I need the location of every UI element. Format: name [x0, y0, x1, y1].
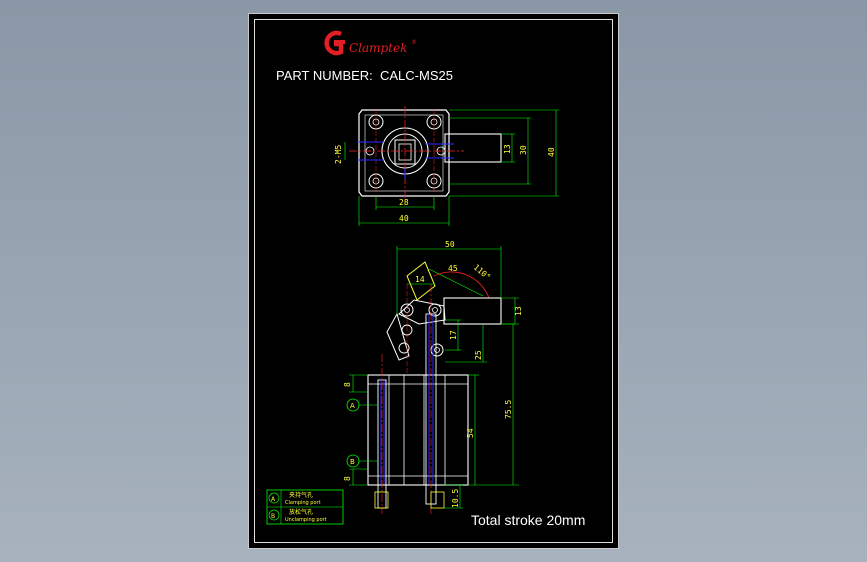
legend-marker-a: A	[271, 496, 276, 503]
registered-mark: ®	[411, 39, 417, 46]
dim-arm-13: 13	[514, 306, 523, 316]
part-number-value: CALC-MS25	[380, 68, 453, 83]
legend-en-b: Unclamping port	[285, 517, 327, 523]
legend-en-a: Clamping port	[285, 500, 321, 506]
drawing-sheet: Clamptek ® PART NUMBER: CALC-MS25 28 40 …	[248, 13, 619, 549]
legend-marker-b: B	[271, 513, 275, 520]
dim-body-54: 54	[466, 428, 475, 438]
dim-rod-10-5: 10.5	[451, 489, 460, 508]
dim-gap-8-bottom: 8	[343, 476, 352, 481]
dim-length-top: 50	[445, 240, 455, 249]
legend-cn-a: 夹持气孔	[289, 491, 313, 499]
port-b-label: B	[350, 458, 355, 466]
legend-cn-b: 放松气孔	[289, 508, 313, 516]
dim-pivot-17: 17	[449, 330, 458, 340]
port-legend: A 夹持气孔 Clamping port B 放松气孔 Unclamping p…	[266, 489, 344, 525]
dim-gap-8-top: 8	[343, 382, 352, 387]
dim-height-mid: 30	[519, 145, 528, 155]
dim-port-thread: 2-M5	[334, 145, 343, 164]
total-stroke-note: Total stroke 20mm	[471, 512, 585, 528]
part-number-label: PART NUMBER:	[276, 68, 373, 83]
dim-offset-14: 14	[415, 275, 425, 284]
drawing-canvas: Clamptek ® PART NUMBER: CALC-MS25 28 40 …	[266, 30, 585, 528]
side-view: 50 45 110° 14 13 17 25 75.5 54 8 8 10.5 …	[343, 240, 523, 514]
brand-name: Clamptek	[349, 41, 407, 55]
port-a-label: A	[350, 402, 355, 410]
top-view: 28 40 13 30 40 2-M5	[334, 106, 559, 226]
dim-height-outer: 40	[547, 147, 556, 157]
dim-width-outer: 40	[399, 214, 409, 223]
dim-pivot-25: 25	[474, 350, 483, 360]
dim-height-inner: 13	[503, 144, 512, 154]
dim-width-inner: 28	[399, 198, 409, 207]
clamptek-logo-icon	[324, 30, 345, 56]
dim-angle-45: 45	[448, 264, 458, 273]
dim-height-75-5: 75.5	[504, 400, 513, 419]
